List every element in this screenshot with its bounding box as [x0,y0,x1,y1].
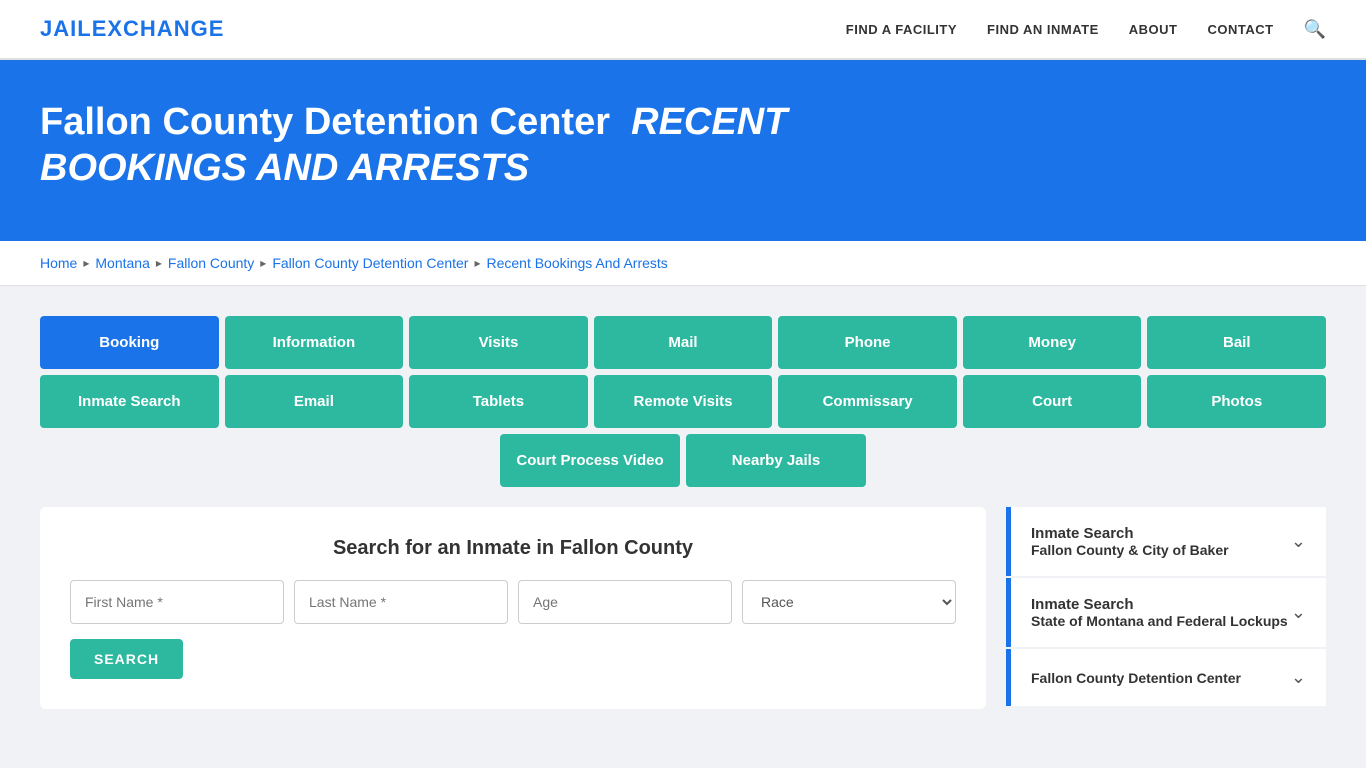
breadcrumb-sep-3: ▸ [260,256,266,270]
btn-booking[interactable]: Booking [40,316,219,369]
sidebar-item-sub-2: State of Montana and Federal Lockups [1031,613,1288,629]
breadcrumb-current: Recent Bookings And Arrests [486,255,667,271]
chevron-down-icon-1: ⌄ [1291,531,1306,552]
btn-bail[interactable]: Bail [1147,316,1326,369]
btn-court-process-video[interactable]: Court Process Video [500,434,680,487]
breadcrumb-bar: Home ▸ Montana ▸ Fallon County ▸ Fallon … [0,241,1366,286]
race-select[interactable]: RaceWhiteBlackHispanicAsianOther [742,580,956,624]
sidebar-item-inmate-search-montana[interactable]: Inmate Search State of Montana and Feder… [1006,578,1326,647]
btn-email[interactable]: Email [225,375,404,428]
sidebar-item-title-2: Inmate Search [1031,596,1288,613]
nav-find-facility[interactable]: FIND A FACILITY [846,22,957,37]
breadcrumb-fallon-county[interactable]: Fallon County [168,255,254,271]
site-header: JAILEXCHANGE FIND A FACILITY FIND AN INM… [0,0,1366,60]
main-nav: FIND A FACILITY FIND AN INMATE ABOUT CON… [846,19,1326,40]
nav-btn-row-3: Court Process Video Nearby Jails [40,434,1326,487]
breadcrumb-sep-2: ▸ [156,256,162,270]
last-name-input[interactable] [294,580,508,624]
breadcrumb-sep-1: ▸ [83,256,89,270]
btn-nearby-jails[interactable]: Nearby Jails [686,434,866,487]
search-box: Search for an Inmate in Fallon County Ra… [40,507,986,709]
hero-title-main: Fallon County Detention Center [40,101,610,143]
first-name-input[interactable] [70,580,284,624]
breadcrumb-home[interactable]: Home [40,255,77,271]
nav-find-inmate[interactable]: FIND AN INMATE [987,22,1099,37]
nav-buttons-section: Booking Information Visits Mail Phone Mo… [40,316,1326,487]
btn-visits[interactable]: Visits [409,316,588,369]
search-fields: RaceWhiteBlackHispanicAsianOther [70,580,956,624]
chevron-down-icon-3: ⌄ [1291,667,1306,688]
nav-contact[interactable]: CONTACT [1207,22,1273,37]
sidebar-item-title-3: Fallon County Detention Center [1031,670,1241,686]
chevron-down-icon-2: ⌄ [1291,602,1306,623]
logo-exchange: EXCHANGE [92,16,225,41]
sidebar-item-sub-1: Fallon County & City of Baker [1031,542,1229,558]
sidebar-item-inmate-search-fallon[interactable]: Inmate Search Fallon County & City of Ba… [1006,507,1326,576]
site-logo[interactable]: JAILEXCHANGE [40,16,224,42]
breadcrumb-detention-center[interactable]: Fallon County Detention Center [272,255,468,271]
main-content: Booking Information Visits Mail Phone Mo… [0,286,1366,739]
hero-section: Fallon County Detention Center RECENT BO… [0,60,1366,241]
logo-jail: JAIL [40,16,92,41]
sidebar: Inmate Search Fallon County & City of Ba… [1006,507,1326,708]
btn-tablets[interactable]: Tablets [409,375,588,428]
sidebar-item-title-1: Inmate Search [1031,525,1229,542]
breadcrumb-sep-4: ▸ [474,256,480,270]
breadcrumb-montana[interactable]: Montana [95,255,149,271]
sidebar-item-detention-center[interactable]: Fallon County Detention Center ⌄ [1006,649,1326,706]
nav-btn-row-1: Booking Information Visits Mail Phone Mo… [40,316,1326,369]
btn-commissary[interactable]: Commissary [778,375,957,428]
btn-money[interactable]: Money [963,316,1142,369]
btn-photos[interactable]: Photos [1147,375,1326,428]
btn-remote-visits[interactable]: Remote Visits [594,375,773,428]
breadcrumb: Home ▸ Montana ▸ Fallon County ▸ Fallon … [40,255,1326,271]
content-area: Search for an Inmate in Fallon County Ra… [40,507,1326,709]
search-button[interactable]: SEARCH [70,639,183,679]
search-title: Search for an Inmate in Fallon County [70,537,956,560]
btn-information[interactable]: Information [225,316,404,369]
btn-mail[interactable]: Mail [594,316,773,369]
search-icon[interactable]: 🔍 [1304,19,1326,40]
page-title: Fallon County Detention Center RECENT BO… [40,100,940,191]
btn-phone[interactable]: Phone [778,316,957,369]
age-input[interactable] [518,580,732,624]
btn-court[interactable]: Court [963,375,1142,428]
nav-about[interactable]: ABOUT [1129,22,1178,37]
nav-btn-row-2: Inmate Search Email Tablets Remote Visit… [40,375,1326,428]
btn-inmate-search[interactable]: Inmate Search [40,375,219,428]
